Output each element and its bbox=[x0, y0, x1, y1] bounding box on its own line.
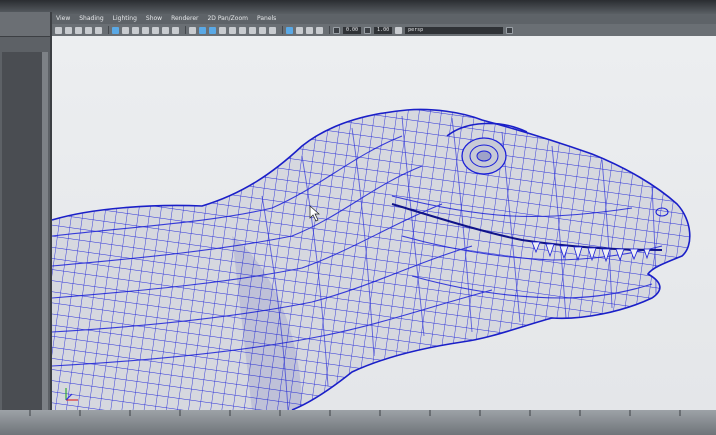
eye bbox=[461, 137, 507, 175]
motion-blur-icon[interactable] bbox=[296, 26, 303, 34]
menu-renderer[interactable]: Renderer bbox=[171, 14, 198, 24]
isolate-select-icon[interactable] bbox=[269, 26, 276, 34]
exposure-icon[interactable] bbox=[333, 26, 340, 34]
resolution-gate-icon[interactable] bbox=[132, 26, 139, 34]
menu-show[interactable]: Show bbox=[146, 14, 162, 24]
outliner-list[interactable] bbox=[2, 52, 42, 412]
toolbar-separator bbox=[108, 26, 109, 34]
outliner-panel bbox=[0, 12, 52, 412]
safe-action-icon[interactable] bbox=[162, 26, 169, 34]
2d-pan-zoom-icon[interactable] bbox=[95, 26, 102, 34]
wireframe-icon[interactable] bbox=[189, 26, 196, 34]
color-management-icon[interactable] bbox=[395, 26, 403, 34]
image-plane-icon[interactable] bbox=[85, 26, 92, 34]
gamma-field[interactable]: 1.00 bbox=[374, 26, 393, 34]
view-axis-icon bbox=[65, 388, 78, 401]
toolbar-separator bbox=[185, 26, 186, 34]
field-chart-icon[interactable] bbox=[152, 26, 159, 34]
shadows-icon[interactable] bbox=[239, 26, 246, 34]
menu-2d-pan-zoom[interactable]: 2D Pan/Zoom bbox=[207, 14, 248, 24]
outliner-scrollbar[interactable] bbox=[42, 52, 48, 412]
grid-icon[interactable] bbox=[112, 26, 119, 34]
bookmark-icon[interactable] bbox=[75, 26, 82, 34]
use-all-lights-icon[interactable] bbox=[229, 26, 236, 34]
xray-icon[interactable] bbox=[249, 26, 256, 34]
exposure-field[interactable]: 0.00 bbox=[343, 26, 362, 34]
camera-attributes-icon[interactable] bbox=[65, 26, 72, 34]
textured-icon[interactable] bbox=[219, 26, 226, 34]
menu-shading[interactable]: Shading bbox=[79, 14, 103, 24]
depth-of-field-icon[interactable] bbox=[316, 26, 323, 34]
3d-viewport[interactable] bbox=[52, 36, 716, 410]
camera-select-field[interactable]: persp bbox=[405, 26, 504, 34]
time-slider-ticks bbox=[29, 410, 681, 416]
wireframe-on-shaded-icon[interactable] bbox=[209, 26, 216, 34]
panel-menu-bar: View Shading Lighting Show Renderer 2D P… bbox=[52, 14, 716, 24]
anti-aliasing-icon[interactable] bbox=[306, 26, 313, 34]
menu-panels[interactable]: Panels bbox=[257, 14, 276, 24]
menu-view[interactable]: View bbox=[56, 14, 70, 24]
safe-title-icon[interactable] bbox=[172, 26, 179, 34]
gamma-icon[interactable] bbox=[364, 26, 372, 34]
smooth-shade-icon[interactable] bbox=[199, 26, 206, 34]
menu-lighting[interactable]: Lighting bbox=[113, 14, 137, 24]
xray-joints-icon[interactable] bbox=[259, 26, 266, 34]
panel-toolbar: 0.00 1.00 persp bbox=[52, 24, 716, 36]
film-gate-icon[interactable] bbox=[122, 26, 129, 34]
select-camera-icon[interactable] bbox=[55, 26, 62, 34]
chevron-down-icon[interactable] bbox=[506, 26, 514, 34]
monitor-top-bezel bbox=[0, 0, 716, 14]
outliner-header bbox=[0, 12, 50, 37]
toolbar-separator bbox=[282, 26, 283, 34]
toolbar-separator bbox=[329, 26, 330, 34]
ambient-occlusion-icon[interactable] bbox=[286, 26, 293, 34]
gate-mask-icon[interactable] bbox=[142, 26, 149, 34]
trex-wireframe-icon bbox=[52, 108, 691, 410]
